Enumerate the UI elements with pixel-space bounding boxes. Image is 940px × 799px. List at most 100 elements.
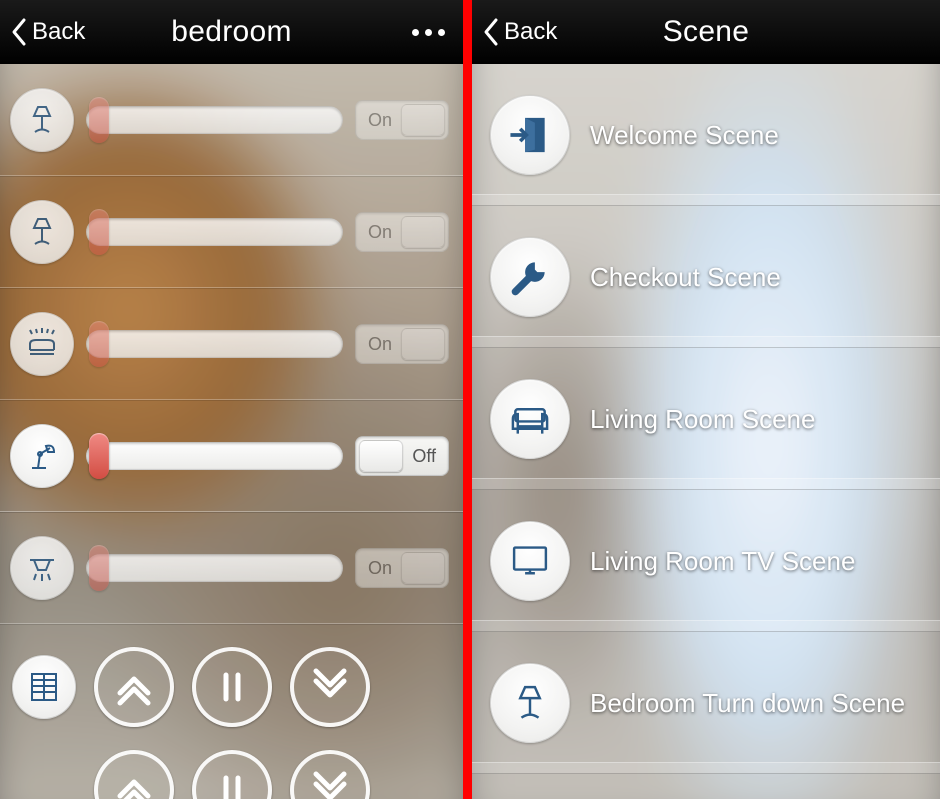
device-row: On (0, 512, 463, 624)
scene-label: Living Room Scene (590, 404, 815, 435)
power-toggle[interactable]: On (355, 548, 449, 588)
scene-label: Living Room TV Scene (590, 546, 855, 577)
bedroom-panel: Back bedroom On On (0, 0, 463, 799)
enter-door-icon (508, 113, 552, 157)
brightness-slider[interactable] (86, 217, 343, 247)
device-icon[interactable] (10, 200, 74, 264)
slider-thumb[interactable] (89, 433, 109, 479)
device-row: On (0, 176, 463, 288)
panel-divider (463, 0, 472, 799)
toggle-knob (401, 216, 445, 248)
down-button[interactable] (290, 647, 370, 727)
pause-icon (212, 770, 252, 799)
more-button[interactable] (412, 0, 445, 64)
device-row: Off (0, 400, 463, 512)
scene-icon[interactable] (490, 663, 570, 743)
down-button[interactable] (290, 750, 370, 799)
device-row: On (0, 64, 463, 176)
down-icon (310, 667, 350, 707)
slider-track (86, 554, 343, 582)
toggle-label: On (368, 325, 392, 363)
tv-icon (508, 539, 552, 583)
toggle-knob (359, 440, 403, 472)
up-icon (114, 667, 154, 707)
scenes-list: Welcome Scene Checkout Scene Living Room S… (472, 64, 940, 774)
slider-thumb[interactable] (89, 321, 109, 367)
device-icon[interactable] (10, 424, 74, 488)
toggle-label: On (368, 549, 392, 587)
slider-track (86, 442, 343, 470)
dot-icon (425, 29, 432, 36)
back-label: Back (32, 18, 85, 46)
dot-icon (438, 29, 445, 36)
scene-label: Checkout Scene (590, 262, 781, 293)
scene-icon[interactable] (490, 95, 570, 175)
brightness-slider[interactable] (86, 329, 343, 359)
power-toggle[interactable]: On (355, 212, 449, 252)
device-icon[interactable] (10, 88, 74, 152)
toggle-label: On (368, 101, 392, 139)
brightness-slider[interactable] (86, 441, 343, 471)
power-toggle[interactable]: On (355, 100, 449, 140)
back-button[interactable]: Back (10, 0, 85, 64)
slider-track (86, 330, 343, 358)
slider-thumb[interactable] (89, 97, 109, 143)
slider-thumb[interactable] (89, 209, 109, 255)
toggle-knob (401, 552, 445, 584)
scene-label: Bedroom Turn down Scene (590, 688, 905, 719)
pause-icon (212, 667, 252, 707)
header: Back bedroom (0, 0, 463, 64)
slider-track (86, 218, 343, 246)
scene-icon[interactable] (490, 521, 570, 601)
brightness-slider[interactable] (86, 105, 343, 135)
power-toggle[interactable]: Off (355, 436, 449, 476)
pause-button[interactable] (192, 750, 272, 799)
scene-icon[interactable] (490, 379, 570, 459)
up-button[interactable] (94, 750, 174, 799)
back-label: Back (504, 18, 557, 46)
downlight-icon (24, 550, 60, 586)
power-toggle[interactable]: On (355, 324, 449, 364)
toggle-label: On (368, 213, 392, 251)
scene-label: Welcome Scene (590, 120, 779, 151)
slider-thumb[interactable] (89, 545, 109, 591)
slider-track (86, 106, 343, 134)
blinds-device-icon[interactable] (12, 655, 76, 719)
scene-panel: Back Scene Welcome Scene Checkout Scene Li… (472, 0, 940, 799)
dot-icon (412, 29, 419, 36)
table-lamp-icon (508, 681, 552, 725)
scene-row[interactable]: Living Room TV Scene (472, 490, 940, 632)
table-lamp-icon (24, 102, 60, 138)
scene-icon[interactable] (490, 237, 570, 317)
pause-button[interactable] (192, 647, 272, 727)
header: Back Scene (472, 0, 940, 64)
blinds-controls (0, 624, 463, 744)
down-icon (310, 770, 350, 799)
brightness-slider[interactable] (86, 553, 343, 583)
back-button[interactable]: Back (482, 0, 557, 64)
toggle-label: Off (412, 437, 436, 475)
device-icon[interactable] (10, 312, 74, 376)
scene-row[interactable]: Checkout Scene (472, 206, 940, 348)
bed-light-icon (24, 326, 60, 362)
chevron-left-icon (10, 17, 28, 47)
toggle-knob (401, 104, 445, 136)
devices-list: On On On Off (0, 64, 463, 799)
page-title: Scene (663, 15, 750, 49)
device-icon[interactable] (10, 536, 74, 600)
table-lamp-icon (24, 214, 60, 250)
toggle-knob (401, 328, 445, 360)
sofa-icon (508, 397, 552, 441)
desk-lamp-icon (24, 438, 60, 474)
page-title: bedroom (171, 15, 292, 49)
device-row: On (0, 288, 463, 400)
scene-row[interactable]: Living Room Scene (472, 348, 940, 490)
scene-row[interactable]: Bedroom Turn down Scene (472, 632, 940, 774)
blinds-controls (0, 744, 463, 799)
blinds-icon (26, 669, 62, 705)
scene-row[interactable]: Welcome Scene (472, 64, 940, 206)
up-icon (114, 770, 154, 799)
chevron-left-icon (482, 17, 500, 47)
up-button[interactable] (94, 647, 174, 727)
wrench-icon (508, 255, 552, 299)
